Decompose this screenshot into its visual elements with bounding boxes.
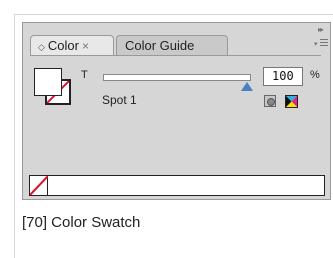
close-tab-icon[interactable]: × bbox=[82, 39, 89, 53]
percent-sign: % bbox=[310, 69, 320, 81]
figure-caption: [70] Color Swatch bbox=[22, 214, 141, 231]
tab-color-guide-label: Color Guide bbox=[125, 38, 195, 53]
panel-menu-lines-icon bbox=[320, 39, 328, 48]
tint-slider-track[interactable] bbox=[103, 74, 251, 81]
tint-value-field[interactable]: 100 bbox=[263, 67, 303, 86]
color-ramp[interactable] bbox=[29, 175, 325, 196]
tab-color[interactable]: ◇ Color × bbox=[30, 35, 114, 55]
panel-menu-icon[interactable]: ▾ bbox=[314, 37, 328, 49]
spot-color-icon[interactable] bbox=[264, 95, 276, 107]
panel-menu-triangle-icon: ▾ bbox=[314, 40, 318, 48]
swatch-name: Spot 1 bbox=[102, 93, 137, 107]
tab-color-label: Color bbox=[47, 38, 79, 53]
tab-color-guide[interactable]: Color Guide bbox=[116, 35, 228, 55]
cmyk-glyph bbox=[286, 96, 297, 107]
none-ramp-slash-icon bbox=[29, 175, 49, 196]
tint-label: T bbox=[81, 69, 88, 81]
tab-options-icon[interactable]: ◇ bbox=[38, 42, 45, 52]
process-color-icon[interactable] bbox=[285, 95, 298, 108]
tint-slider-thumb[interactable] bbox=[241, 82, 253, 91]
fill-swatch[interactable] bbox=[34, 68, 62, 96]
none-swatch-icon[interactable] bbox=[29, 175, 49, 196]
collapse-panel-icon[interactable]: ▸▸ bbox=[318, 25, 324, 34]
color-panel: ▸▸ ▾ ◇ Color × Color Guide T Spot 1 100 % bbox=[22, 22, 331, 200]
